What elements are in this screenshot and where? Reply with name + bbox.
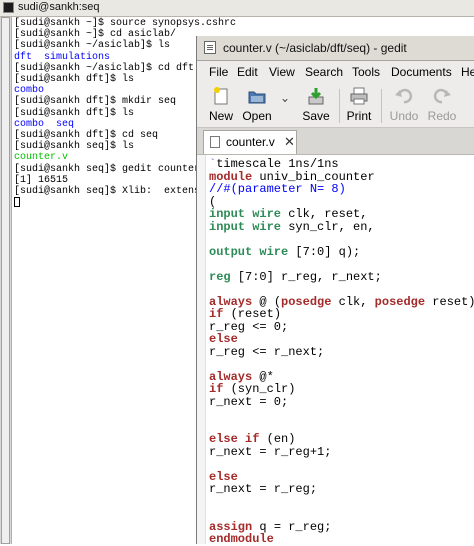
terminal-line-text: [sudi@sankh seq]$ ls — [14, 141, 135, 153]
terminal-line-text: [sudi@sankh seq]$ gedit counter.v & — [14, 163, 225, 175]
terminal-line-text: [sudi@sankh dft]$ ls — [14, 107, 135, 119]
print-button[interactable]: Print — [341, 83, 377, 127]
close-icon[interactable]: ✕ — [284, 134, 295, 150]
code-line-text: reset) — [425, 294, 474, 309]
code-line-text: syn_clr, en, — [281, 219, 375, 234]
terminal-line-text: [sudi@sankh ~/asiclab]$ ls — [14, 40, 171, 52]
menubar: File Edit View Search Tools Documents He — [197, 61, 474, 83]
tab-label: counter.v — [226, 135, 275, 149]
code-line: input wire syn_clr, en, — [209, 219, 474, 234]
code-line: r_next = r_reg+1; — [209, 444, 474, 459]
terminal-line-text: [sudi@sankh ~]$ source synopsys.cshrc — [14, 18, 237, 29]
terminal-scroll-thumb[interactable] — [1, 17, 10, 544]
menu-search[interactable]: Search — [305, 65, 343, 79]
terminal-line: [sudi@sankh ~]$ source synopsys.cshrc — [14, 18, 236, 29]
terminal-line-text: [sudi@sankh dft]$ cd seq — [14, 130, 159, 142]
editor-area[interactable]: `timescale 1ns/1ns module univ_bin_counte… — [197, 155, 474, 546]
redo-icon — [433, 88, 451, 104]
menu-edit[interactable]: Edit — [237, 65, 258, 79]
terminal-line-text: [sudi@sankh ~/asiclab]$ cd dft — [14, 62, 195, 74]
gedit-window[interactable]: counter.v (~/asiclab/dft/seq) - gedit Fi… — [196, 36, 474, 546]
open-label: Open — [242, 109, 272, 123]
toolbar: New Open Save Print Undo Redo — [197, 83, 474, 128]
toolbar-separator — [339, 89, 340, 123]
code-line-text: r_reg <= r_next; — [209, 344, 325, 359]
undo-icon — [395, 88, 413, 104]
open-recent-dropdown[interactable] — [277, 83, 293, 127]
code-line-text: [7:0] q); — [288, 244, 361, 259]
menu-file[interactable]: File — [209, 65, 228, 79]
terminal-line-text: combo seq — [14, 118, 75, 130]
new-button[interactable]: New — [203, 83, 239, 127]
terminal-line-text: [sudi@sankh dft]$ mkdir seq — [14, 96, 177, 108]
save-icon — [308, 88, 324, 105]
document-tabbar: counter.v ✕ — [197, 128, 474, 155]
code-line: r_next = r_reg; — [209, 483, 474, 496]
menu-view[interactable]: View — [269, 65, 295, 79]
code-line-text: output wire — [209, 244, 289, 259]
terminal-cursor — [14, 197, 20, 208]
terminal-line-text: counter.v — [14, 152, 69, 164]
save-button[interactable]: Save — [298, 83, 334, 127]
terminal-titlebar[interactable]: sudi@sankh:seq — [0, 0, 474, 17]
menu-tools[interactable]: Tools — [352, 65, 380, 79]
gedit-titlebar[interactable]: counter.v (~/asiclab/dft/seq) - gedit — [197, 36, 474, 61]
menu-help[interactable]: He — [461, 65, 474, 79]
code-line-text: [7:0] r_reg, r_next; — [230, 269, 382, 284]
terminal-line-text: [1] 16515 — [14, 174, 69, 186]
code-line: //#(parameter N= 8) — [209, 183, 474, 196]
code-line: r_reg <= r_next; — [209, 344, 474, 359]
terminal-icon — [3, 2, 14, 13]
terminal-title: sudi@sankh:seq — [18, 1, 100, 13]
chevron-down-icon — [282, 98, 288, 103]
folder-open-icon — [248, 91, 266, 104]
terminal-line-text: [sudi@sankh dft]$ ls — [14, 74, 135, 86]
tab-counter-v[interactable]: counter.v ✕ — [203, 130, 297, 154]
undo-label: Undo — [389, 109, 419, 123]
code-line: output wire [7:0] q); — [209, 244, 474, 259]
code-line: r_reg <= 0; — [209, 320, 474, 334]
new-label: New — [208, 109, 233, 123]
undo-button[interactable]: Undo — [386, 83, 422, 127]
text-file-icon — [210, 136, 220, 148]
code-line-text: r_next = 0; — [209, 394, 289, 409]
code-line-text: //#(parameter N= 8) — [209, 182, 346, 196]
terminal-line-text: combo — [14, 85, 45, 97]
menu-documents[interactable]: Documents — [391, 65, 452, 79]
new-document-icon — [214, 87, 228, 105]
editor-gutter — [197, 155, 206, 544]
terminal-scrollbar[interactable] — [0, 17, 12, 544]
redo-button[interactable]: Redo — [424, 83, 460, 127]
code-line-text: clk, — [331, 294, 375, 309]
code-text[interactable]: `timescale 1ns/1ns module univ_bin_counte… — [209, 158, 474, 546]
printer-icon — [350, 87, 368, 105]
redo-label: Redo — [427, 109, 457, 123]
terminal-line-text: dft simulations — [14, 51, 111, 63]
terminal-line-text: [sudi@sankh ~]$ cd asiclab/ — [14, 29, 177, 41]
gedit-app-icon — [204, 41, 216, 54]
code-line: r_next = 0; — [209, 394, 474, 409]
code-line-text: input wire — [209, 219, 282, 234]
toolbar-separator — [381, 89, 382, 123]
code-line-text: posedge — [374, 294, 426, 309]
open-button[interactable]: Open — [239, 83, 275, 127]
code-line-text: r_next = r_reg+1; — [209, 444, 332, 459]
print-label: Print — [346, 109, 372, 123]
window-title: counter.v (~/asiclab/dft/seq) - gedit — [223, 41, 407, 55]
code-line-text: r_next = r_reg; — [209, 482, 318, 496]
code-line-text: posedge — [281, 294, 332, 309]
code-line: reg [7:0] r_reg, r_next; — [209, 269, 474, 284]
save-label: Save — [302, 109, 330, 123]
